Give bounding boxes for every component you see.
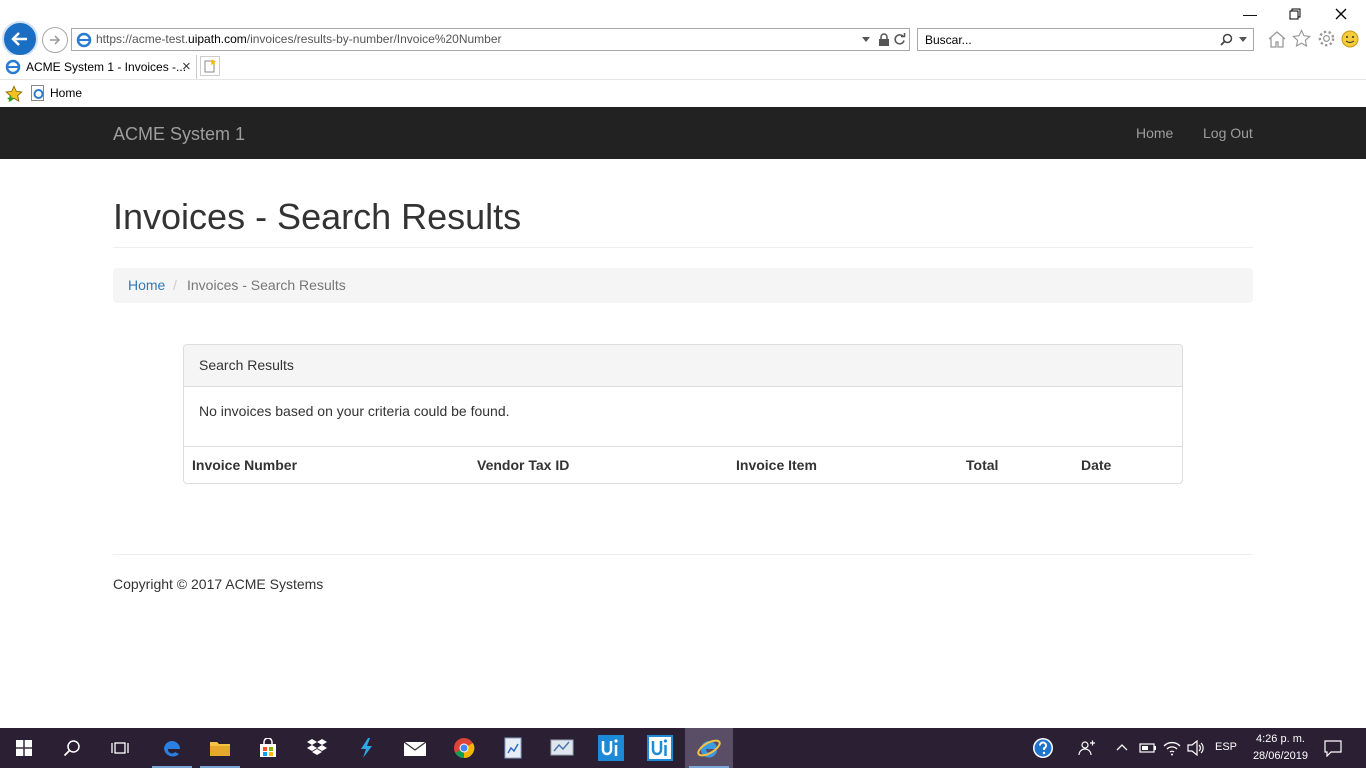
column-header-vendor-tax-id: Vendor Tax ID [477,457,570,473]
clock[interactable]: 4:26 p. m. 28/06/2019 [1253,731,1308,765]
arrow-right-icon [50,35,61,45]
search-placeholder: Buscar... [925,33,972,47]
uipath-ui-icon [598,735,624,761]
ie-tab-icon [5,59,21,75]
column-header-total: Total [966,457,999,473]
taskbar-edge[interactable] [148,728,196,768]
close-window-button[interactable] [1327,4,1355,24]
arrow-left-icon [11,32,27,46]
panel-heading-text: Search Results [199,357,294,373]
taskbar-store[interactable] [244,728,292,768]
no-results-message: No invoices based on your criteria could… [199,403,510,419]
chrome-icon [454,738,475,759]
new-tab-button[interactable] [200,56,220,76]
search-icon[interactable] [1220,33,1233,46]
column-header-invoice-item: Invoice Item [736,457,817,473]
clock-date: 28/06/2019 [1252,750,1308,762]
taskbar-uipath-app[interactable] [489,728,537,768]
monitor-chart-icon [550,739,574,756]
tab-close-icon[interactable]: × [182,58,191,75]
back-button[interactable] [2,21,38,57]
search-icon [63,740,80,757]
volume-icon[interactable] [1187,740,1205,756]
navbar: ACME System 1 Home Log Out [0,107,1366,159]
forward-button[interactable] [42,27,68,53]
address-bar[interactable]: https://acme-test.uipath.com/invoices/re… [71,28,910,51]
ie-favorite-icon [31,85,44,101]
taskbar-uipath-app-2[interactable] [538,728,586,768]
wifi-icon[interactable] [1163,740,1181,756]
panel-heading: Search Results [184,345,1182,387]
taskbar-uipath-studio[interactable] [342,728,390,768]
breadcrumb-current: Invoices - Search Results [187,277,346,293]
breadcrumb-home-link[interactable]: Home [128,277,165,293]
nav-logout-link[interactable]: Log Out [1203,125,1253,141]
title-divider [113,247,1253,248]
chevron-up-icon[interactable] [1116,743,1128,751]
taskbar-uipath-robot[interactable] [587,728,635,768]
task-view-button[interactable] [96,728,144,768]
windows-logo-icon [16,740,32,756]
column-header-date: Date [1081,457,1112,473]
document-chart-icon [504,737,522,759]
search-dropdown-icon[interactable] [1239,37,1247,43]
restore-button[interactable] [1281,4,1309,24]
notification-center-icon[interactable] [1324,740,1342,757]
lock-icon[interactable] [878,33,890,47]
ie-page-icon [76,32,92,48]
nav-home-link[interactable]: Home [1136,125,1173,141]
clock-time: 4:26 p. m. [1256,733,1305,745]
dropdown-icon[interactable] [862,37,870,43]
uipath-ui-outline-icon [647,735,673,761]
search-results-panel: Search Results No invoices based on your… [183,344,1183,484]
minimize-button[interactable]: — [1236,4,1264,24]
task-view-icon [111,742,129,754]
taskbar-dropbox[interactable] [293,728,341,768]
taskbar-internet-explorer-active[interactable] [685,728,733,768]
taskbar-uipath-orchestrator[interactable] [636,728,684,768]
favorite-home-link[interactable]: Home [50,86,82,100]
footer-divider [113,554,1253,555]
url-text: https://acme-test.uipath.com/invoices/re… [96,32,502,46]
favorites-bar: Home [0,79,1366,108]
page-title: Invoices - Search Results [113,196,522,237]
column-header-invoice-number: Invoice Number [192,457,298,473]
breadcrumb: Home / Invoices - Search Results [113,268,1253,303]
dropbox-icon [307,739,327,755]
store-bag-icon [260,738,276,757]
taskbar-mail[interactable] [391,728,439,768]
people-icon[interactable] [1078,740,1096,756]
new-tab-icon [204,59,216,73]
tab-strip: ACME System 1 - Invoices -... × [0,55,1366,79]
help-icon[interactable] [1032,737,1054,759]
taskbar-file-explorer[interactable] [196,728,244,768]
table-header-divider [184,446,1182,447]
windows-taskbar: ESP 4:26 p. m. 28/06/2019 [0,728,1366,768]
taskbar-chrome[interactable] [440,728,488,768]
taskbar-search-button[interactable] [48,728,96,768]
copyright-text: Copyright © 2017 ACME Systems [113,576,324,592]
search-box[interactable]: Buscar... [917,28,1254,51]
add-favorite-icon[interactable] [5,85,23,103]
navbar-brand[interactable]: ACME System 1 [113,124,245,145]
windows-start-button[interactable] [0,728,48,768]
internet-explorer-icon [697,739,721,758]
tab-title: ACME System 1 - Invoices -... [26,60,187,74]
edge-icon [164,741,180,757]
studio-bolt-icon [361,738,372,758]
settings-gear-icon[interactable] [1317,29,1336,48]
favorites-star-icon[interactable] [1292,29,1311,48]
home-icon[interactable] [1267,30,1287,48]
battery-icon[interactable] [1139,742,1157,754]
browser-chrome: — https://acme-test.uipath.com/invoices/… [0,0,1366,108]
mail-icon [403,741,427,756]
smiley-feedback-icon[interactable] [1341,30,1359,48]
refresh-icon[interactable] [893,33,906,46]
tab-active[interactable]: ACME System 1 - Invoices -... × [0,55,197,79]
input-language[interactable]: ESP [1215,741,1237,753]
folder-icon [210,742,230,756]
breadcrumb-separator: / [173,277,177,293]
